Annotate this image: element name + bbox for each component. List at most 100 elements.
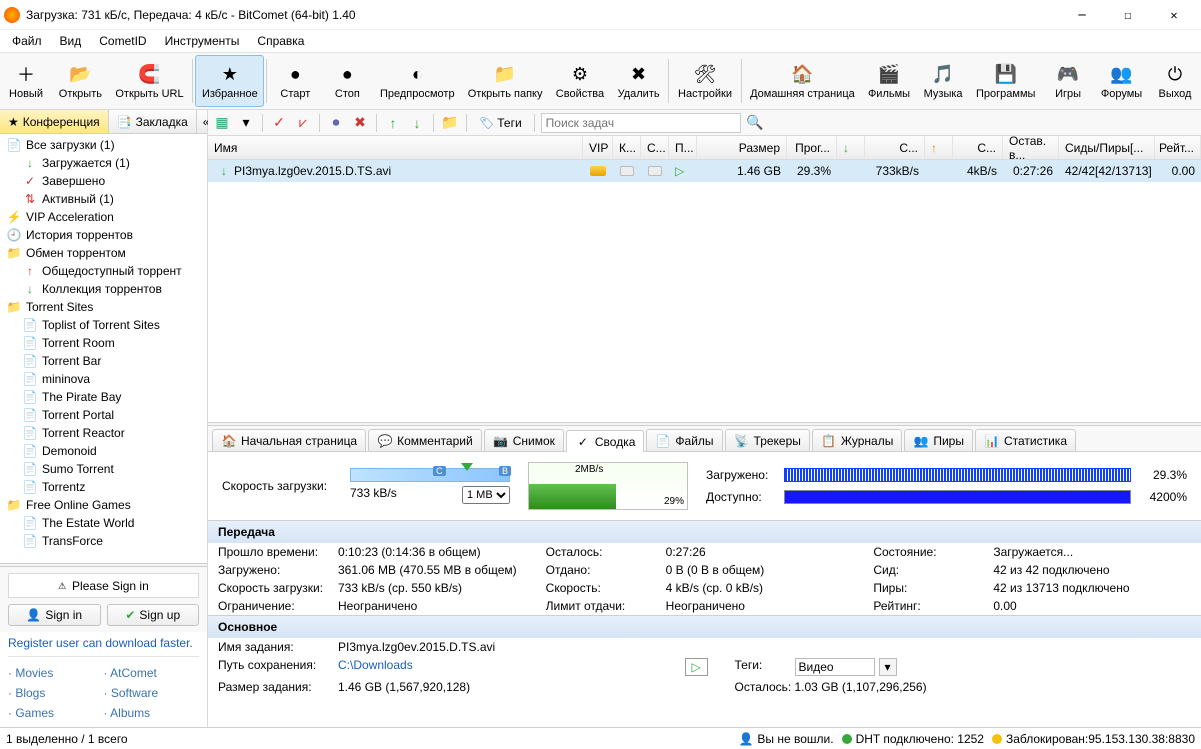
tree-item[interactable]: ↓Коллекция торрентов — [0, 280, 207, 298]
tree-item[interactable]: 📄Все загрузки (1) — [0, 136, 207, 154]
tb-software[interactable]: 💾Программы — [969, 55, 1042, 107]
sidebar-tab-conference[interactable]: ★Конференция — [0, 110, 109, 133]
col-comment[interactable]: К... — [613, 136, 641, 159]
search-icon[interactable]: 🔍 — [745, 113, 765, 133]
tree-item[interactable]: 📁Обмен торрентом — [0, 244, 207, 262]
tb-open[interactable]: 📂Открыть — [52, 55, 109, 107]
tree-item[interactable]: 📄Torrentz — [0, 478, 207, 496]
sub-folder-icon[interactable]: 📁 — [440, 113, 460, 133]
dtab-0[interactable]: 🏠Начальная страница — [212, 429, 366, 451]
col-ul-icon[interactable]: ↑ — [925, 136, 953, 159]
link-albums[interactable]: · Albums — [104, 703, 200, 723]
sub-start-icon[interactable]: ✓ — [269, 113, 289, 133]
link-atcomet[interactable]: · AtComet — [104, 663, 200, 683]
tree-item[interactable]: 📄Torrent Portal — [0, 406, 207, 424]
tb-preview[interactable]: ◐Предпросмотр — [373, 55, 461, 107]
dtab-1[interactable]: 💬Комментарий — [368, 429, 482, 451]
tree-item[interactable]: 📄The Estate World — [0, 514, 207, 532]
tb-open-folder[interactable]: 📁Открыть папку — [461, 55, 549, 107]
save-path-link[interactable]: C:\Downloads — [338, 658, 413, 672]
maximize-button[interactable]: ☐ — [1105, 0, 1151, 30]
dtab-8[interactable]: 📊Статистика — [975, 429, 1076, 451]
tb-delete[interactable]: ✖Удалить — [611, 55, 667, 107]
sub-delete-icon[interactable]: ✖ — [350, 113, 370, 133]
dtab-5[interactable]: 📡Трекеры — [725, 429, 810, 451]
tb-start[interactable]: ●Старт — [269, 55, 321, 107]
search-input[interactable] — [541, 113, 741, 133]
tb-properties[interactable]: ⚙Свойства — [549, 55, 611, 107]
dtab-4[interactable]: 📄Файлы — [646, 429, 722, 451]
minimize-button[interactable]: ─ — [1059, 0, 1105, 30]
tree-item[interactable]: 📁Free Online Games — [0, 496, 207, 514]
tree-item[interactable]: ⚡VIP Acceleration — [0, 208, 207, 226]
tree-item[interactable]: 🕘История торрентов — [0, 226, 207, 244]
speed-slider[interactable]: CB 733 kB/s 1 MB — [350, 468, 510, 504]
tb-games[interactable]: 🎮Игры — [1042, 55, 1094, 107]
dtab-6[interactable]: 📋Журналы — [812, 429, 902, 451]
menu-view[interactable]: Вид — [52, 32, 90, 50]
dtab-7[interactable]: 👥Пиры — [904, 429, 973, 451]
tb-settings[interactable]: 🛠Настройки — [671, 55, 738, 107]
tb-favorites[interactable]: ★Избранное — [195, 55, 264, 107]
col-eta[interactable]: Остав. в... — [1003, 136, 1059, 159]
tree-item[interactable]: 📄Torrent Room — [0, 334, 207, 352]
col-size[interactable]: Размер — [697, 136, 787, 159]
col-snapshot[interactable]: С... — [641, 136, 669, 159]
tree-item[interactable]: 📄Torrent Bar — [0, 352, 207, 370]
link-games[interactable]: · Games — [8, 703, 104, 723]
tree-item[interactable]: 📄Toplist of Torrent Sites — [0, 316, 207, 334]
col-vip[interactable]: VIP — [583, 136, 613, 159]
task-row[interactable]: ↓PI3mya.lzg0ev.2015.D.TS.avi ▷ 1.46 GB 2… — [208, 160, 1201, 182]
dtab-2[interactable]: 📷Снимок — [484, 429, 564, 451]
menu-tools[interactable]: Инструменты — [157, 32, 248, 50]
tags-dropdown[interactable]: ▾ — [879, 658, 897, 676]
close-button[interactable]: ✕ — [1151, 0, 1197, 30]
link-blogs[interactable]: · Blogs — [8, 683, 104, 703]
tree-item[interactable]: 📄mininova — [0, 370, 207, 388]
register-faster-link[interactable]: Register user can download faster. — [8, 636, 193, 650]
tree-item[interactable]: 📄Demonoid — [0, 442, 207, 460]
tree-item[interactable]: 📄Sumo Torrent — [0, 460, 207, 478]
tb-music[interactable]: 🎵Музыка — [917, 55, 970, 107]
sub-down-icon[interactable]: ↓ — [407, 113, 427, 133]
signup-button[interactable]: ✔Sign up — [107, 604, 200, 626]
tb-movies[interactable]: 🎬Фильмы — [861, 55, 917, 107]
tree-item[interactable]: ⇅Активный (1) — [0, 190, 207, 208]
tree-item[interactable]: 📄The Pirate Bay — [0, 388, 207, 406]
tree-item[interactable]: ↑Общедоступный торрент — [0, 262, 207, 280]
dtab-3[interactable]: ✓Сводка — [566, 430, 645, 452]
sidebar-tab-bookmark[interactable]: 📑Закладка — [109, 110, 197, 133]
tree-item[interactable]: 📄Torrent Reactor — [0, 424, 207, 442]
col-ul[interactable]: С... — [953, 136, 1003, 159]
tree-item[interactable]: 📄TransForce — [0, 532, 207, 550]
tb-new[interactable]: ＋Новый — [0, 55, 52, 107]
tb-open-url[interactable]: 🧲Открыть URL — [109, 55, 191, 107]
tb-stop[interactable]: ●Стоп — [321, 55, 373, 107]
menu-help[interactable]: Справка — [249, 32, 312, 50]
sub-new-icon[interactable]: ▦ — [212, 113, 232, 133]
tree-item[interactable]: 📁Torrent Sites — [0, 298, 207, 316]
tree-item[interactable]: ✓Завершено — [0, 172, 207, 190]
tags-input[interactable] — [795, 658, 875, 676]
col-rating[interactable]: Рейт... — [1155, 136, 1201, 159]
sub-dropdown-icon[interactable]: ▾ — [236, 113, 256, 133]
col-preview[interactable]: П... — [669, 136, 697, 159]
signin-button[interactable]: 👤Sign in — [8, 604, 101, 626]
speed-limit-select[interactable]: 1 MB — [462, 486, 510, 504]
play-icon[interactable]: ▷ — [675, 164, 684, 178]
tree-item[interactable]: ↓Загружается (1) — [0, 154, 207, 172]
col-seeds[interactable]: Сиды/Пиры[... — [1059, 136, 1155, 159]
tags-button[interactable]: 🏷Теги — [473, 113, 528, 133]
tb-forums[interactable]: 👥Форумы — [1094, 55, 1149, 107]
play-file-button[interactable]: ▷ — [685, 658, 708, 676]
sub-up-icon[interactable]: ↑ — [383, 113, 403, 133]
tb-exit[interactable]: ⏻Выход — [1149, 55, 1201, 107]
link-software[interactable]: · Software — [104, 683, 200, 703]
sub-stop-icon[interactable]: ⏺ — [326, 113, 346, 133]
sub-startall-icon[interactable]: ⩗ — [293, 113, 313, 133]
col-dl[interactable]: С... — [865, 136, 925, 159]
col-dl-icon[interactable]: ↓ — [837, 136, 865, 159]
link-movies[interactable]: · Movies — [8, 663, 104, 683]
col-name[interactable]: Имя — [208, 136, 583, 159]
menu-file[interactable]: Файл — [4, 32, 50, 50]
